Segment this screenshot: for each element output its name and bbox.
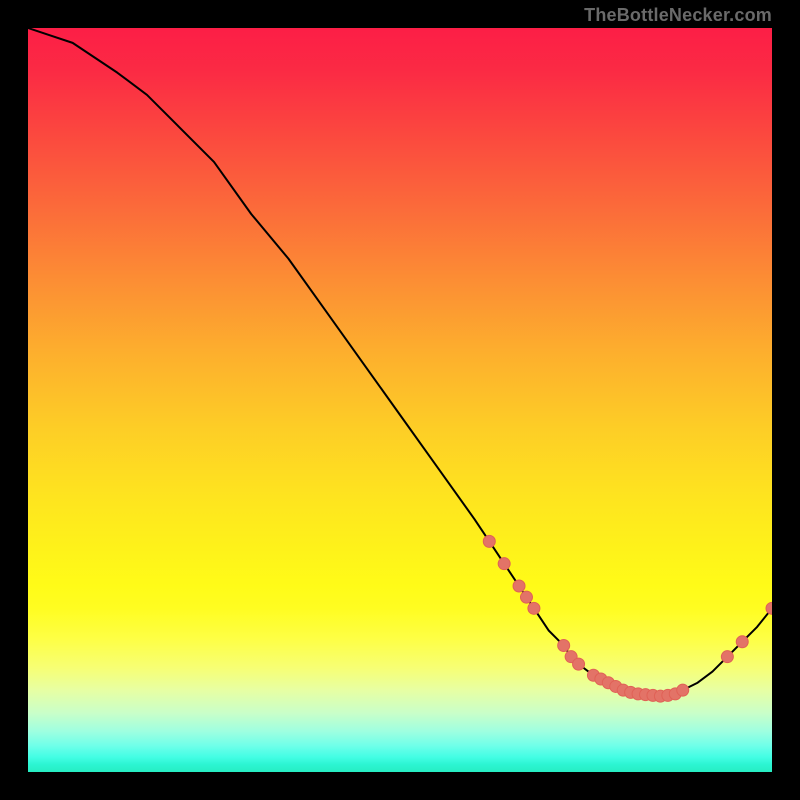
chart-point (721, 651, 733, 663)
chart-point (513, 580, 525, 592)
chart-point (558, 640, 570, 652)
chart-svg (28, 28, 772, 772)
chart-point (573, 658, 585, 670)
chart-plot-area (28, 28, 772, 772)
watermark-text: TheBottleNecker.com (584, 5, 772, 26)
chart-stage: TheBottleNecker.com (0, 0, 800, 800)
chart-point (766, 602, 772, 614)
chart-point (498, 558, 510, 570)
chart-point (736, 636, 748, 648)
chart-curve-group (28, 28, 772, 696)
chart-point (483, 535, 495, 547)
chart-point (528, 602, 540, 614)
chart-point (677, 684, 689, 696)
chart-points-group (483, 535, 772, 702)
chart-curve (28, 28, 772, 696)
chart-point (520, 591, 532, 603)
